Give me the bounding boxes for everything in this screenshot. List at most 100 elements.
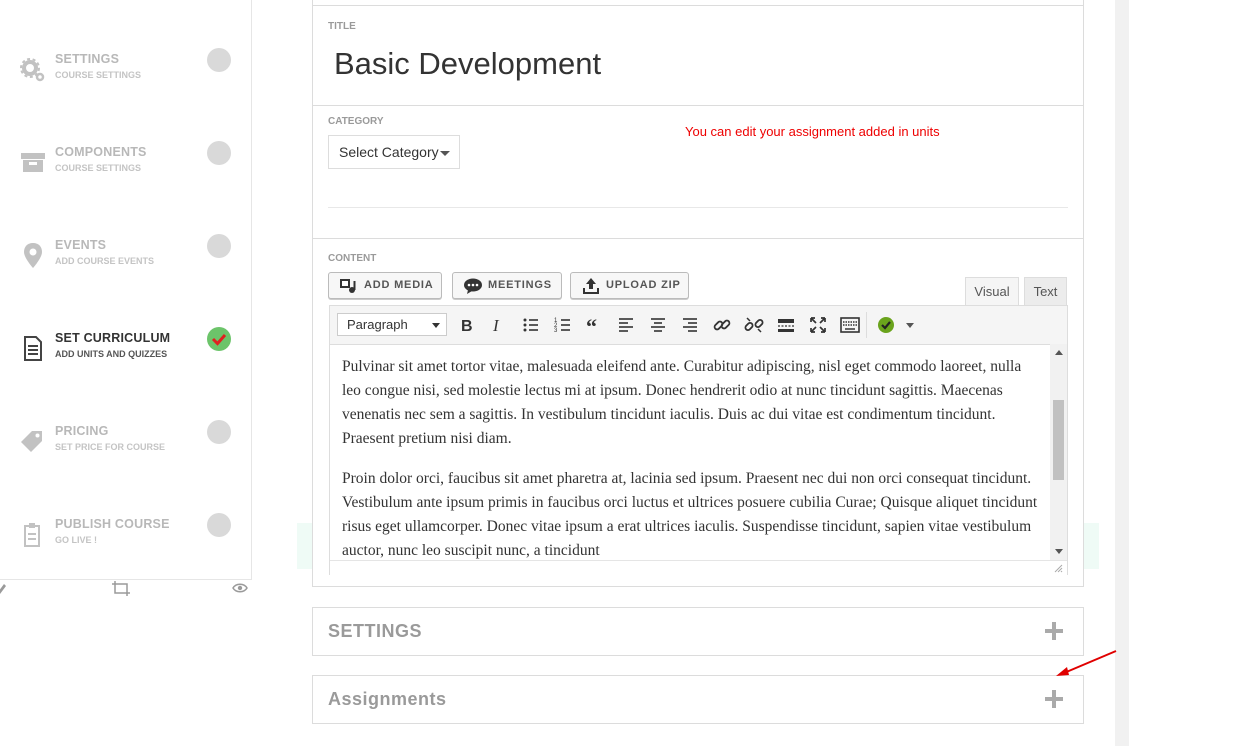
settings-accordion[interactable]: SETTINGS bbox=[312, 607, 1084, 656]
media-icon bbox=[340, 279, 356, 293]
rich-text-editor: Paragraph B I 123 “ Pulvinar sit amet to… bbox=[329, 305, 1068, 575]
step-events[interactable]: EVENTS ADD COURSE EVENTS bbox=[0, 234, 251, 298]
blockquote-icon[interactable]: “ bbox=[585, 315, 605, 335]
step-title: SET CURRICULUM bbox=[55, 331, 171, 345]
step-settings[interactable]: SETTINGS COURSE SETTINGS bbox=[0, 48, 251, 112]
numbered-list-icon[interactable]: 123 bbox=[553, 315, 573, 335]
step-title: COMPONENTS bbox=[55, 145, 147, 159]
step-status-circle bbox=[207, 234, 231, 258]
checkmark-icon bbox=[211, 334, 227, 346]
sidebar-tools bbox=[0, 580, 251, 600]
add-media-button[interactable]: ADD MEDIA bbox=[328, 272, 442, 299]
bulleted-list-icon[interactable] bbox=[521, 315, 541, 335]
editor-statusbar bbox=[330, 560, 1067, 575]
content-label: CONTENT bbox=[328, 253, 377, 264]
bold-icon[interactable]: B bbox=[457, 315, 477, 335]
category-select-value: Select Category bbox=[339, 144, 439, 160]
meetings-label: MEETINGS bbox=[488, 279, 552, 291]
read-more-icon[interactable] bbox=[776, 315, 796, 335]
step-status-circle bbox=[207, 513, 231, 537]
step-title: PUBLISH COURSE bbox=[55, 517, 170, 531]
step-subtitle: ADD UNITS AND QUIZZES bbox=[55, 349, 168, 359]
step-pricing[interactable]: PRICING SET PRICE FOR COURSE bbox=[0, 420, 251, 484]
document-icon bbox=[24, 336, 42, 361]
svg-text:I: I bbox=[492, 316, 500, 335]
clipboard-icon bbox=[24, 523, 40, 547]
toolbar-separator bbox=[866, 312, 867, 338]
italic-icon[interactable]: I bbox=[488, 315, 508, 335]
step-subtitle: SET PRICE FOR COURSE bbox=[55, 442, 166, 452]
caret-down-icon bbox=[440, 151, 450, 156]
svg-text:3: 3 bbox=[554, 328, 558, 334]
keyboard-icon[interactable] bbox=[840, 315, 860, 335]
step-set-curriculum[interactable]: SET CURRICULUM ADD UNITS AND QUIZZES bbox=[0, 327, 251, 391]
editor-body[interactable]: Pulvinar sit amet tortor vitae, malesuad… bbox=[330, 344, 1050, 560]
map-pin-icon bbox=[24, 243, 42, 268]
content-section: CONTENT ADD MEDIA MEETINGS UPLOAD ZIP Vi… bbox=[313, 239, 1083, 586]
editor-toolbar: Paragraph B I 123 “ bbox=[330, 306, 1067, 345]
settings-accordion-label: SETTINGS bbox=[328, 621, 423, 641]
align-left-icon[interactable] bbox=[616, 315, 636, 335]
step-status-circle bbox=[207, 48, 231, 72]
step-publish-course[interactable]: PUBLISH COURSE GO LIVE ! bbox=[0, 513, 251, 577]
annotation-note: You can edit your assignment added in un… bbox=[685, 124, 940, 139]
align-right-icon[interactable] bbox=[680, 315, 700, 335]
upload-zip-button[interactable]: UPLOAD ZIP bbox=[570, 272, 689, 299]
step-complete-circle bbox=[207, 327, 231, 351]
plus-icon[interactable] bbox=[1045, 622, 1063, 640]
format-select[interactable]: Paragraph bbox=[337, 313, 447, 336]
content-paragraph: Proin dolor orci, faucibus sit amet phar… bbox=[342, 470, 1038, 559]
step-title: SETTINGS bbox=[55, 52, 120, 66]
upload-icon bbox=[583, 278, 599, 294]
content-paragraph: Pulvinar sit amet tortor vitae, malesuad… bbox=[342, 358, 1022, 447]
step-title: PRICING bbox=[55, 424, 109, 438]
tab-text[interactable]: Text bbox=[1024, 277, 1067, 305]
tab-visual[interactable]: Visual bbox=[965, 277, 1019, 305]
title-input[interactable]: Basic Development bbox=[334, 46, 601, 82]
meetings-button[interactable]: MEETINGS bbox=[452, 272, 562, 299]
step-components[interactable]: COMPONENTS COURSE SETTINGS bbox=[0, 141, 251, 205]
category-select[interactable]: Select Category bbox=[328, 135, 460, 169]
step-status-circle bbox=[207, 141, 231, 165]
scrollbar-thumb[interactable] bbox=[1053, 400, 1064, 480]
step-status-circle bbox=[207, 420, 231, 444]
align-center-icon[interactable] bbox=[648, 315, 668, 335]
plus-icon[interactable] bbox=[1045, 690, 1063, 708]
unlink-icon[interactable] bbox=[744, 315, 764, 335]
assignments-accordion-label: Assignments bbox=[328, 689, 447, 709]
fullscreen-icon[interactable] bbox=[808, 315, 828, 335]
title-section: TITLE Basic Development bbox=[313, 5, 1083, 106]
upload-zip-label: UPLOAD ZIP bbox=[606, 279, 681, 291]
chat-bubble-icon bbox=[464, 278, 482, 294]
scroll-up-icon[interactable] bbox=[1055, 350, 1063, 355]
add-media-label: ADD MEDIA bbox=[364, 279, 434, 291]
eye-icon[interactable] bbox=[232, 582, 248, 594]
annotation-arrow-icon bbox=[1056, 650, 1117, 676]
category-section: CATEGORY Select Category You can edit yo… bbox=[313, 105, 1083, 239]
right-gutter bbox=[1115, 0, 1129, 746]
caret-down-icon bbox=[432, 323, 440, 328]
crop-icon[interactable] bbox=[111, 581, 131, 597]
grammar-check-icon[interactable] bbox=[877, 315, 897, 335]
course-steps-sidebar: SETTINGS COURSE SETTINGS COMPONENTS COUR… bbox=[0, 0, 252, 580]
scroll-down-icon[interactable] bbox=[1055, 549, 1063, 554]
divider bbox=[328, 207, 1068, 208]
step-subtitle: COURSE SETTINGS bbox=[55, 163, 142, 173]
format-select-value: Paragraph bbox=[347, 317, 408, 332]
category-label: CATEGORY bbox=[328, 116, 384, 127]
step-subtitle: ADD COURSE EVENTS bbox=[55, 256, 155, 266]
title-label: TITLE bbox=[328, 21, 356, 32]
pencil-icon[interactable] bbox=[0, 582, 8, 594]
unit-editor-card: TITLE Basic Development CATEGORY Select … bbox=[312, 0, 1084, 587]
step-subtitle: COURSE SETTINGS bbox=[55, 70, 142, 80]
caret-down-icon[interactable] bbox=[903, 315, 923, 335]
archive-icon bbox=[21, 153, 45, 172]
svg-text:“: “ bbox=[586, 315, 597, 335]
assignments-accordion[interactable]: Assignments bbox=[312, 675, 1084, 724]
link-icon[interactable] bbox=[712, 315, 732, 335]
step-subtitle: GO LIVE ! bbox=[55, 535, 98, 545]
resize-handle-icon[interactable] bbox=[1053, 563, 1063, 573]
tag-icon bbox=[21, 431, 42, 452]
editor-scrollbar[interactable] bbox=[1050, 344, 1067, 560]
step-title: EVENTS bbox=[55, 238, 107, 252]
